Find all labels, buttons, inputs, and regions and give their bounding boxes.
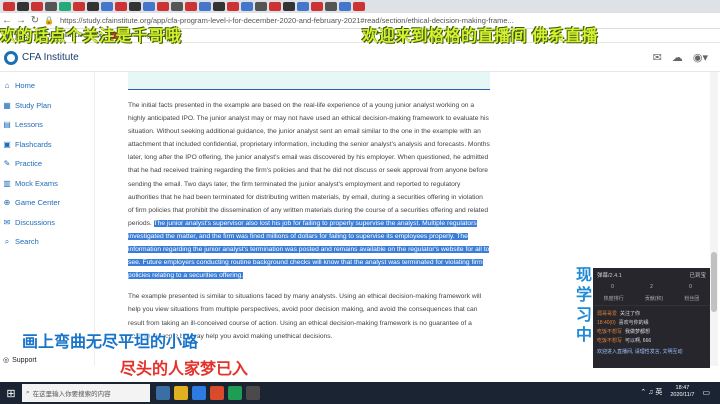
- tab-icon[interactable]: [45, 2, 57, 11]
- cfa-logo[interactable]: CFA Institute: [4, 50, 79, 65]
- tab-icon[interactable]: [199, 2, 211, 11]
- tab-icon[interactable]: [241, 2, 253, 11]
- cfa-logo-icon: [4, 50, 18, 65]
- overlay-caption-blue: 画上弯曲无尽平坦的小路: [22, 334, 199, 351]
- tab-icon[interactable]: [115, 2, 127, 11]
- header-icons: ✉ ☁ ◉▾: [653, 51, 708, 64]
- support-icon: ◎: [3, 357, 10, 364]
- tab-icon[interactable]: [87, 2, 99, 11]
- taskbar-apps: [156, 386, 260, 400]
- search-icon: ⌕: [4, 236, 10, 246]
- scrollbar-thumb[interactable]: [711, 252, 717, 312]
- chat-notice: 欢迎进入直播间, 请理性发言, 文明互动: [597, 349, 683, 355]
- chat-message: 吃饭不想写 我做梦都想: [597, 329, 651, 335]
- discussions-icon: ✉: [3, 217, 11, 227]
- overlay-vertical-text: 现 学 习 中: [575, 267, 592, 344]
- user-account-icon[interactable]: ◉▾: [693, 51, 708, 64]
- chat-tab[interactable]: 粉丝团: [684, 295, 699, 302]
- excel-icon[interactable]: [228, 386, 242, 400]
- app-icon[interactable]: [246, 386, 260, 400]
- windows-start-icon[interactable]: ⊞: [0, 387, 22, 400]
- chat-message: 18:40(0) 喜欢与你的缘: [597, 320, 649, 326]
- tab-icon[interactable]: [339, 2, 351, 11]
- tab-icon[interactable]: [255, 2, 267, 11]
- edge-icon[interactable]: [192, 386, 206, 400]
- sidebar-nav: ⌂ Home ▦ Study Plan ▤ Lessons ▣ Flashcards ✎…: [0, 72, 94, 252]
- chat-header: 弹幕/2.4.1 已到宝: [597, 273, 706, 279]
- overlay-caption-red: 尽头的人家梦已入: [120, 361, 249, 378]
- tab-icon[interactable]: [73, 2, 85, 11]
- tab-icon[interactable]: [129, 2, 141, 11]
- game-icon: ⊕: [3, 198, 11, 208]
- calendar-icon: ▦: [3, 100, 11, 110]
- book-icon: ▤: [3, 120, 11, 130]
- tab-icon[interactable]: [269, 2, 281, 11]
- notification-icon[interactable]: ▭: [702, 388, 710, 397]
- sidebar-item-search[interactable]: ⌕ Search: [0, 232, 94, 252]
- tab-icon[interactable]: [185, 2, 197, 11]
- taskbar: ⊞ ⌕ 在这里输入你要搜索的内容 ⌃ ♫ 英 18:47 2020/11/7 ▭: [0, 382, 720, 404]
- tab-icon[interactable]: [59, 2, 71, 11]
- live-chat-panel: 弹幕/2.4.1 已到宝 0 2 0 热度排行 贡献(积) 粉丝团 弱哥哥爱 关注…: [593, 268, 710, 368]
- section-header-bar: [128, 72, 490, 90]
- tab-icon[interactable]: [325, 2, 337, 11]
- sidebar-item-study-plan[interactable]: ▦ Study Plan: [0, 96, 94, 116]
- sidebar-item-flashcards[interactable]: ▣ Flashcards: [0, 135, 94, 155]
- scrollbar[interactable]: [710, 72, 718, 366]
- flashcards-icon: ▣: [3, 139, 11, 149]
- tray-icons[interactable]: ⌃ ♫ 英: [640, 387, 662, 397]
- chat-tabs: 热度排行 贡献(积) 粉丝团: [593, 292, 710, 306]
- mail-icon[interactable]: ✉: [653, 51, 662, 64]
- practice-icon: ✎: [3, 159, 11, 169]
- tab-icon[interactable]: [3, 2, 15, 11]
- cloud-icon[interactable]: ☁: [672, 51, 683, 64]
- mock-exams-icon: ▥: [3, 178, 11, 188]
- overlay-banner-left: 欢的话点个关注是千哥哦: [0, 28, 182, 45]
- tab-icon[interactable]: [157, 2, 169, 11]
- sidebar-item-mock-exams[interactable]: ▥ Mock Exams: [0, 174, 94, 194]
- tab-icon[interactable]: [101, 2, 113, 11]
- chat-message: 吃饭不想写 可以啊, 666: [597, 338, 652, 344]
- reading-content: The initial facts presented in the examp…: [128, 72, 490, 366]
- tab-icon[interactable]: [171, 2, 183, 11]
- chat-tab[interactable]: 热度排行: [604, 295, 624, 302]
- sidebar-item-game-center[interactable]: ⊕ Game Center: [0, 193, 94, 213]
- home-icon: ⌂: [4, 81, 10, 91]
- sidebar-item-lessons[interactable]: ▤ Lessons: [0, 115, 94, 135]
- reading-paragraph[interactable]: The initial facts presented in the examp…: [128, 99, 490, 282]
- tab-icon[interactable]: [213, 2, 225, 11]
- tab-icon[interactable]: [31, 2, 43, 11]
- system-tray: ⌃ ♫ 英 18:47 2020/11/7 ▭: [640, 385, 710, 399]
- logo-text: CFA Institute: [22, 52, 79, 63]
- overlay-banner-right: 欢迎来到格格的直播间 佛系直播: [362, 28, 598, 45]
- sidebar-item-discussions[interactable]: ✉ Discussions: [0, 213, 94, 233]
- support-button[interactable]: ◎ Support: [3, 356, 37, 365]
- tab-icon[interactable]: [143, 2, 155, 11]
- tab-icon[interactable]: [353, 2, 365, 11]
- sidebar-item-practice[interactable]: ✎ Practice: [0, 154, 94, 174]
- tab-icon[interactable]: [297, 2, 309, 11]
- clock[interactable]: 18:47 2020/11/7: [670, 385, 694, 399]
- chat-stats: 0 2 0: [611, 284, 692, 290]
- task-view-icon[interactable]: [156, 386, 170, 400]
- taskbar-search[interactable]: ⌕ 在这里输入你要搜索的内容: [22, 384, 150, 402]
- chat-messages: 弱哥哥爱 关注了你 18:40(0) 喜欢与你的缘 吃饭不想写 我做梦都想 吃饭不想写…: [593, 306, 710, 346]
- sidebar-item-home[interactable]: ⌂ Home: [0, 76, 94, 96]
- chat-tab[interactable]: 贡献(积): [645, 295, 663, 302]
- tab-icon[interactable]: [311, 2, 323, 11]
- chrome-icon[interactable]: [210, 386, 224, 400]
- tab-icon[interactable]: [283, 2, 295, 11]
- tab-icon[interactable]: [227, 2, 239, 11]
- sidebar: ⌂ Home ▦ Study Plan ▤ Lessons ▣ Flashcards ✎…: [0, 72, 95, 366]
- app-header: CFA Institute ✉ ☁ ◉▾: [0, 44, 720, 72]
- chat-message: 弱哥哥爱 关注了你: [597, 311, 641, 317]
- tab-icon[interactable]: [17, 2, 29, 11]
- selected-text[interactable]: The junior analyst's supervisor also los…: [128, 219, 490, 280]
- browser-tab-strip: [0, 0, 720, 13]
- search-icon: ⌕: [26, 389, 30, 396]
- file-explorer-icon[interactable]: [174, 386, 188, 400]
